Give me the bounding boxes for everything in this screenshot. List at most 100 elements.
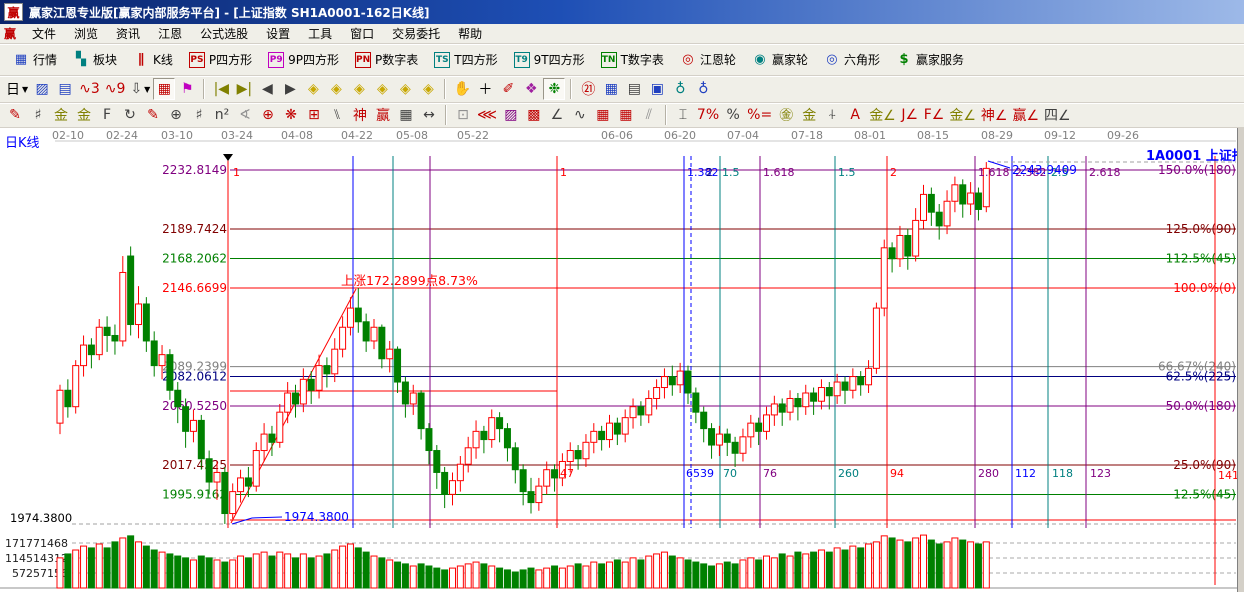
win-tool-icon[interactable]: 赢 — [372, 104, 394, 126]
p-square-button[interactable]: PS P四方形 — [182, 48, 259, 71]
pan-hand-icon[interactable]: ✋ — [451, 78, 473, 100]
chart-canvas[interactable]: 02-10 02-24 03-10 03-24 04-08 04-22 05-08 05-22… — [0, 128, 1244, 592]
double-a-icon[interactable]: A — [844, 104, 866, 126]
square-web-icon[interactable]: ⊞ — [303, 104, 325, 126]
gold-angle2-icon[interactable]: 金∠ — [947, 104, 978, 126]
winner-wheel-button[interactable]: ◉ 赢家轮 — [745, 48, 815, 71]
next-bar-icon[interactable]: ▶ — [279, 78, 301, 100]
network2-icon[interactable]: ♁ — [692, 78, 714, 100]
gann-lines-icon: ♯ — [34, 107, 42, 123]
ruler123-icon[interactable]: ▦ — [395, 104, 417, 126]
circle-cross-icon[interactable]: ⊕ — [257, 104, 279, 126]
last-bar-icon[interactable]: ▶| — [233, 78, 255, 100]
four-angle-icon[interactable]: 四∠ — [1042, 104, 1073, 126]
calculator-icon[interactable]: ▦ — [600, 78, 622, 100]
t-square-button[interactable]: TS T四方形 — [427, 48, 504, 71]
wave-check-icon[interactable]: ∿ — [569, 104, 591, 126]
red-grid1-icon[interactable]: ▦ — [592, 104, 614, 126]
pattern-view-icon[interactable]: ▨ — [31, 78, 53, 100]
diamond-star1-icon[interactable]: ◈ — [371, 78, 393, 100]
diamond-star2-icon[interactable]: ◈ — [394, 78, 416, 100]
menu-item-4[interactable]: 公式选股 — [192, 24, 256, 43]
crosshair-icon[interactable]: ＋ — [474, 78, 496, 100]
measure-icon[interactable]: ⑊ — [326, 104, 348, 126]
svg-text:76: 76 — [763, 467, 777, 480]
gann-circle-icon[interactable]: ⊕ — [165, 104, 187, 126]
prev-bar-icon[interactable]: ◀ — [256, 78, 278, 100]
wave9-icon[interactable]: ∿9 — [103, 78, 128, 100]
gann-box-icon[interactable]: ▦ — [153, 78, 176, 100]
percent-icon[interactable]: % — [722, 104, 744, 126]
percent-line-icon[interactable]: 7% — [695, 104, 721, 126]
gann-lines-icon[interactable]: ♯ — [27, 104, 49, 126]
t-table-button[interactable]: TN T数字表 — [594, 48, 671, 71]
network1-icon[interactable]: ♁ — [669, 78, 691, 100]
golden-section1-icon[interactable]: 金 — [50, 104, 72, 126]
sectors-button[interactable]: ▚ 板块 — [66, 48, 124, 71]
hexagon-button[interactable]: ◎ 六角形 — [817, 48, 887, 71]
spider-web-icon[interactable]: ❋ — [280, 104, 302, 126]
purple-tool-icon[interactable]: ❖ — [520, 78, 542, 100]
diamond-right-icon[interactable]: ◈ — [325, 78, 347, 100]
diamond-left-icon[interactable]: ◈ — [302, 78, 324, 100]
quotes-button[interactable]: ▦ 行情 — [6, 48, 64, 71]
menu-item-6[interactable]: 工具 — [300, 24, 340, 43]
green-tool-icon[interactable]: ❉ — [543, 78, 566, 100]
gold-angle-icon[interactable]: 金∠ — [867, 104, 898, 126]
save-icon[interactable]: ▣ — [646, 78, 668, 100]
9p-square-button[interactable]: P9 9P四方形 — [261, 48, 346, 71]
toolbar-button-label: 9P四方形 — [288, 53, 340, 67]
red-grid2-icon[interactable]: ▦ — [615, 104, 637, 126]
box-lines-icon[interactable]: ▩ — [523, 104, 545, 126]
menu-item-8[interactable]: 交易委托 — [384, 24, 448, 43]
hatch-icon[interactable]: ⫽ — [638, 104, 660, 126]
gold-circle-icon[interactable]: ㊎ — [775, 104, 797, 126]
wave3-icon[interactable]: ∿3 — [77, 78, 102, 100]
calendar21-icon[interactable]: ㉑ — [577, 78, 599, 100]
menu-item-0[interactable]: 文件 — [24, 24, 64, 43]
shen-tool-icon[interactable]: 神 — [349, 104, 371, 126]
percent-eq-icon[interactable]: %= — [745, 104, 774, 126]
menu-item-3[interactable]: 江恩 — [150, 24, 190, 43]
flag-chart-icon[interactable]: ⚑ — [176, 78, 198, 100]
win-angle-icon[interactable]: 赢∠ — [1010, 104, 1041, 126]
menu-item-9[interactable]: 帮助 — [450, 24, 490, 43]
menu-item-7[interactable]: 窗口 — [342, 24, 382, 43]
rays-icon[interactable]: ⋘ — [475, 104, 499, 126]
fibonacci-icon[interactable]: F — [96, 104, 118, 126]
shen-angle-icon[interactable]: 神∠ — [979, 104, 1010, 126]
grid-lines-icon[interactable]: ♯ — [188, 104, 210, 126]
purple-box-icon[interactable]: ▨ — [500, 104, 522, 126]
menu-item-5[interactable]: 设置 — [258, 24, 298, 43]
gold-line-icon[interactable]: 金 — [798, 104, 820, 126]
notes-icon[interactable]: ▤ — [623, 78, 645, 100]
p-table-button[interactable]: PN P数字表 — [348, 48, 425, 71]
width-measure-icon[interactable]: ↔ — [418, 104, 440, 126]
gann-wheel-button[interactable]: ◎ 江恩轮 — [673, 48, 743, 71]
box-select-icon[interactable]: ⊡ — [452, 104, 474, 126]
steps-icon[interactable]: ⌶ — [672, 104, 694, 126]
first-bar-icon[interactable]: |◀ — [210, 78, 232, 100]
pen2-tool-icon[interactable]: ✎ — [142, 104, 164, 126]
f-angle-icon[interactable]: F∠ — [922, 104, 947, 126]
period-day-button[interactable]: 日 ▼ — [4, 78, 30, 100]
9t-square-button[interactable]: T9 9T四方形 — [507, 48, 592, 71]
pen-tool-icon[interactable]: ✎ — [4, 104, 26, 126]
flute-pen-icon[interactable]: ⍭ — [821, 104, 843, 126]
menu-item-2[interactable]: 资讯 — [108, 24, 148, 43]
diamond-star3-icon[interactable]: ◈ — [417, 78, 439, 100]
diamond-expand-icon[interactable]: ◈ — [348, 78, 370, 100]
winner-service-button[interactable]: $ 赢家服务 — [889, 48, 971, 71]
menu-item-1[interactable]: 浏览 — [66, 24, 106, 43]
j-angle-icon[interactable]: J∠ — [899, 104, 921, 126]
doc-view-icon[interactable]: ▤ — [54, 78, 76, 100]
golden-section2-icon[interactable]: 金 — [73, 104, 95, 126]
angle-draw-icon[interactable]: ✐ — [497, 78, 519, 100]
trend-angle-icon[interactable]: ∠ — [546, 104, 568, 126]
spiral-icon[interactable]: ↻ — [119, 104, 141, 126]
ruler123-icon: ▦ — [399, 107, 413, 123]
funnel-icon[interactable]: ⇩ ▼ — [128, 78, 152, 100]
n-square-icon[interactable]: n² — [211, 104, 233, 126]
angle-a-icon[interactable]: ∢ — [234, 104, 256, 126]
kline-button[interactable]: ∥ K线 — [126, 48, 180, 71]
